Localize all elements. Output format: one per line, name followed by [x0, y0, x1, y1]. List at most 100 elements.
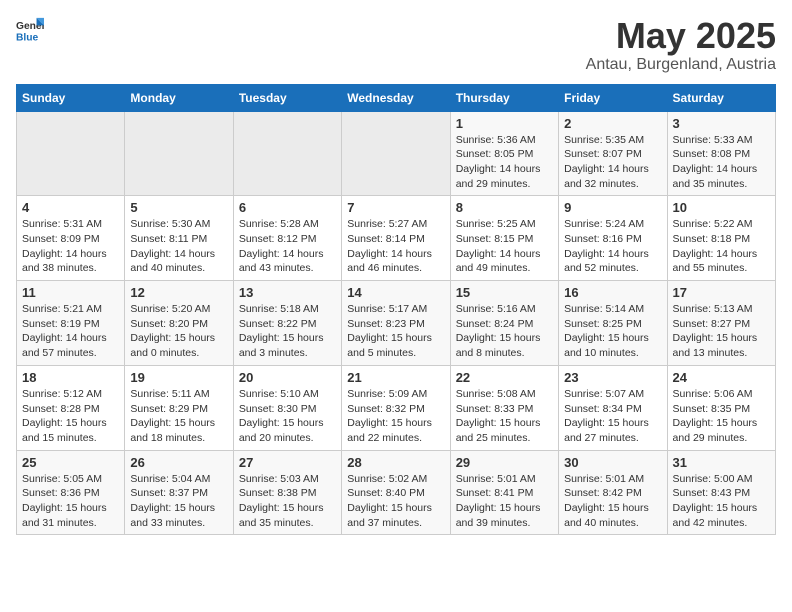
day-number: 13 — [239, 285, 336, 300]
day-number: 7 — [347, 200, 444, 215]
calendar-cell: 21 Sunrise: 5:09 AM Sunset: 8:32 PM Dayli… — [342, 365, 450, 450]
day-number: 31 — [673, 455, 770, 470]
day-info: Sunrise: 5:08 AM Sunset: 8:33 PM Dayligh… — [456, 387, 553, 446]
calendar-week-row: 4Sunrise: 5:31 AM Sunset: 8:09 PM Daylig… — [17, 196, 776, 281]
calendar-week-row: 25 Sunrise: 5:05 AM Sunset: 8:36 PM Dayli… — [17, 450, 776, 535]
calendar-cell: 7 Sunrise: 5:27 AM Sunset: 8:14 PM Daylig… — [342, 196, 450, 281]
day-number: 17 — [673, 285, 770, 300]
calendar-cell: 10 Sunrise: 5:22 AM Sunset: 8:18 PM Dayli… — [667, 196, 775, 281]
calendar-cell: 28 Sunrise: 5:02 AM Sunset: 8:40 PM Dayli… — [342, 450, 450, 535]
weekday-header: Monday — [125, 84, 233, 111]
day-info: Sunrise: 5:21 AM Sunset: 8:19 PM Dayligh… — [22, 302, 119, 361]
day-number: 20 — [239, 370, 336, 385]
day-info: Sunrise: 5:27 AM Sunset: 8:14 PM Dayligh… — [347, 217, 444, 276]
logo: General Blue — [16, 16, 44, 44]
calendar-cell: 17Sunrise: 5:13 AM Sunset: 8:27 PM Dayli… — [667, 281, 775, 366]
day-number: 2 — [564, 116, 661, 131]
calendar-cell: 16Sunrise: 5:14 AM Sunset: 8:25 PM Dayli… — [559, 281, 667, 366]
day-info: Sunrise: 5:22 AM Sunset: 8:18 PM Dayligh… — [673, 217, 770, 276]
day-info: Sunrise: 5:14 AM Sunset: 8:25 PM Dayligh… — [564, 302, 661, 361]
day-info: Sunrise: 5:01 AM Sunset: 8:41 PM Dayligh… — [456, 472, 553, 531]
day-info: Sunrise: 5:01 AM Sunset: 8:42 PM Dayligh… — [564, 472, 661, 531]
day-info: Sunrise: 5:00 AM Sunset: 8:43 PM Dayligh… — [673, 472, 770, 531]
calendar-cell — [17, 111, 125, 196]
day-info: Sunrise: 5:28 AM Sunset: 8:12 PM Dayligh… — [239, 217, 336, 276]
day-info: Sunrise: 5:18 AM Sunset: 8:22 PM Dayligh… — [239, 302, 336, 361]
calendar-week-row: 1 Sunrise: 5:36 AM Sunset: 8:05 PM Daylig… — [17, 111, 776, 196]
title-area: May 2025 Antau, Burgenland, Austria — [586, 16, 776, 74]
calendar-week-row: 11 Sunrise: 5:21 AM Sunset: 8:19 PM Dayli… — [17, 281, 776, 366]
calendar-cell: 24 Sunrise: 5:06 AM Sunset: 8:35 PM Dayli… — [667, 365, 775, 450]
calendar-cell — [233, 111, 341, 196]
day-number: 11 — [22, 285, 119, 300]
calendar-cell: 19Sunrise: 5:11 AM Sunset: 8:29 PM Dayli… — [125, 365, 233, 450]
calendar-cell: 11 Sunrise: 5:21 AM Sunset: 8:19 PM Dayli… — [17, 281, 125, 366]
day-number: 4 — [22, 200, 119, 215]
day-info: Sunrise: 5:16 AM Sunset: 8:24 PM Dayligh… — [456, 302, 553, 361]
day-number: 27 — [239, 455, 336, 470]
location-title: Antau, Burgenland, Austria — [586, 56, 776, 74]
calendar-cell: 1 Sunrise: 5:36 AM Sunset: 8:05 PM Daylig… — [450, 111, 558, 196]
day-number: 1 — [456, 116, 553, 131]
day-number: 15 — [456, 285, 553, 300]
calendar-cell — [125, 111, 233, 196]
month-title: May 2025 — [586, 16, 776, 56]
calendar-week-row: 18Sunrise: 5:12 AM Sunset: 8:28 PM Dayli… — [17, 365, 776, 450]
day-number: 3 — [673, 116, 770, 131]
weekday-header: Saturday — [667, 84, 775, 111]
weekday-header-row: SundayMondayTuesdayWednesdayThursdayFrid… — [17, 84, 776, 111]
svg-text:Blue: Blue — [16, 32, 39, 43]
calendar-cell: 25 Sunrise: 5:05 AM Sunset: 8:36 PM Dayli… — [17, 450, 125, 535]
calendar-cell — [342, 111, 450, 196]
calendar-cell: 14 Sunrise: 5:17 AM Sunset: 8:23 PM Dayli… — [342, 281, 450, 366]
calendar-cell: 22 Sunrise: 5:08 AM Sunset: 8:33 PM Dayli… — [450, 365, 558, 450]
day-info: Sunrise: 5:17 AM Sunset: 8:23 PM Dayligh… — [347, 302, 444, 361]
calendar-cell: 9Sunrise: 5:24 AM Sunset: 8:16 PM Daylig… — [559, 196, 667, 281]
day-info: Sunrise: 5:02 AM Sunset: 8:40 PM Dayligh… — [347, 472, 444, 531]
day-info: Sunrise: 5:11 AM Sunset: 8:29 PM Dayligh… — [130, 387, 227, 446]
calendar-cell: 8Sunrise: 5:25 AM Sunset: 8:15 PM Daylig… — [450, 196, 558, 281]
day-info: Sunrise: 5:24 AM Sunset: 8:16 PM Dayligh… — [564, 217, 661, 276]
day-info: Sunrise: 5:05 AM Sunset: 8:36 PM Dayligh… — [22, 472, 119, 531]
day-number: 26 — [130, 455, 227, 470]
day-info: Sunrise: 5:10 AM Sunset: 8:30 PM Dayligh… — [239, 387, 336, 446]
weekday-header: Tuesday — [233, 84, 341, 111]
weekday-header: Wednesday — [342, 84, 450, 111]
day-info: Sunrise: 5:03 AM Sunset: 8:38 PM Dayligh… — [239, 472, 336, 531]
calendar-cell: 29 Sunrise: 5:01 AM Sunset: 8:41 PM Dayli… — [450, 450, 558, 535]
day-info: Sunrise: 5:20 AM Sunset: 8:20 PM Dayligh… — [130, 302, 227, 361]
day-info: Sunrise: 5:06 AM Sunset: 8:35 PM Dayligh… — [673, 387, 770, 446]
day-number: 28 — [347, 455, 444, 470]
calendar-cell: 20 Sunrise: 5:10 AM Sunset: 8:30 PM Dayli… — [233, 365, 341, 450]
day-info: Sunrise: 5:07 AM Sunset: 8:34 PM Dayligh… — [564, 387, 661, 446]
page-header: General Blue May 2025 Antau, Burgenland,… — [16, 16, 776, 74]
calendar-cell: 27 Sunrise: 5:03 AM Sunset: 8:38 PM Dayli… — [233, 450, 341, 535]
day-number: 30 — [564, 455, 661, 470]
calendar-cell: 31 Sunrise: 5:00 AM Sunset: 8:43 PM Dayli… — [667, 450, 775, 535]
day-number: 25 — [22, 455, 119, 470]
calendar-cell: 12 Sunrise: 5:20 AM Sunset: 8:20 PM Dayli… — [125, 281, 233, 366]
calendar-cell: 6 Sunrise: 5:28 AM Sunset: 8:12 PM Daylig… — [233, 196, 341, 281]
day-number: 14 — [347, 285, 444, 300]
calendar-cell: 4Sunrise: 5:31 AM Sunset: 8:09 PM Daylig… — [17, 196, 125, 281]
calendar-cell: 5Sunrise: 5:30 AM Sunset: 8:11 PM Daylig… — [125, 196, 233, 281]
calendar-cell: 3 Sunrise: 5:33 AM Sunset: 8:08 PM Daylig… — [667, 111, 775, 196]
day-number: 24 — [673, 370, 770, 385]
day-info: Sunrise: 5:33 AM Sunset: 8:08 PM Dayligh… — [673, 133, 770, 192]
day-number: 29 — [456, 455, 553, 470]
day-number: 22 — [456, 370, 553, 385]
calendar-cell: 18Sunrise: 5:12 AM Sunset: 8:28 PM Dayli… — [17, 365, 125, 450]
day-number: 21 — [347, 370, 444, 385]
day-number: 10 — [673, 200, 770, 215]
day-number: 6 — [239, 200, 336, 215]
weekday-header: Friday — [559, 84, 667, 111]
calendar-cell: 26Sunrise: 5:04 AM Sunset: 8:37 PM Dayli… — [125, 450, 233, 535]
day-number: 5 — [130, 200, 227, 215]
day-info: Sunrise: 5:09 AM Sunset: 8:32 PM Dayligh… — [347, 387, 444, 446]
logo-icon: General Blue — [16, 16, 44, 44]
weekday-header: Thursday — [450, 84, 558, 111]
day-info: Sunrise: 5:35 AM Sunset: 8:07 PM Dayligh… — [564, 133, 661, 192]
day-number: 12 — [130, 285, 227, 300]
day-info: Sunrise: 5:36 AM Sunset: 8:05 PM Dayligh… — [456, 133, 553, 192]
calendar-cell: 23Sunrise: 5:07 AM Sunset: 8:34 PM Dayli… — [559, 365, 667, 450]
